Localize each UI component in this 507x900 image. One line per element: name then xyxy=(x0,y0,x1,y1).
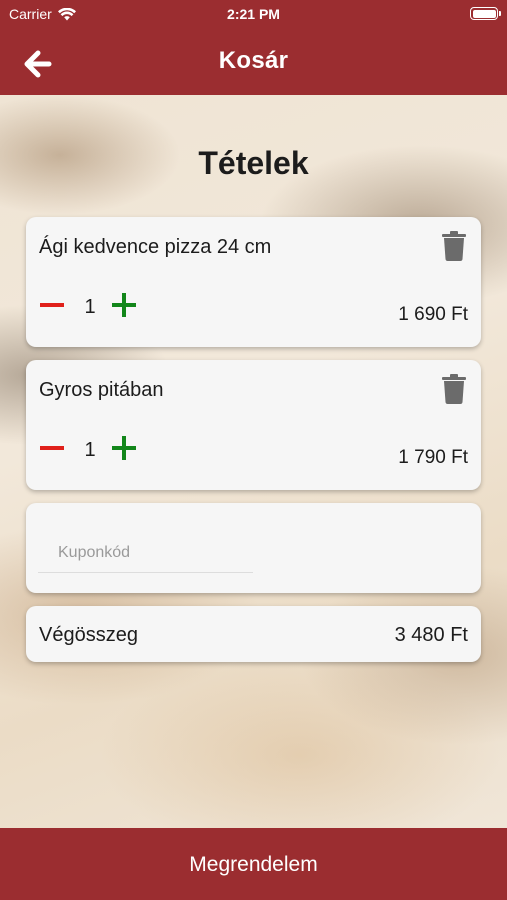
decrease-quantity-button[interactable] xyxy=(39,292,65,318)
app-header: Carrier 2:21 PM Kosár xyxy=(0,0,507,95)
status-time: 2:21 PM xyxy=(227,6,280,22)
item-price: 1 690 Ft xyxy=(398,304,468,325)
place-order-button[interactable]: Megrendelem xyxy=(0,828,507,900)
coupon-code-input[interactable] xyxy=(38,533,253,573)
status-bar: Carrier 2:21 PM xyxy=(0,0,507,28)
cart-item: Ági kedvence pizza 24 cm 1 1 690 Ft xyxy=(26,217,481,347)
item-name: Gyros pitában xyxy=(39,379,164,401)
increase-quantity-button[interactable] xyxy=(111,292,137,318)
decrease-quantity-button[interactable] xyxy=(39,435,65,461)
page-title: Kosár xyxy=(218,47,289,74)
item-price: 1 790 Ft xyxy=(398,447,468,468)
items-heading: Tételek xyxy=(198,145,309,181)
item-quantity: 1 xyxy=(84,439,96,461)
battery-icon xyxy=(470,7,501,20)
total-label: Végösszeg xyxy=(39,624,138,646)
total-value: 3 480 Ft xyxy=(394,624,468,646)
coupon-card xyxy=(26,503,481,593)
item-name: Ági kedvence pizza 24 cm xyxy=(39,236,272,258)
item-quantity: 1 xyxy=(84,296,96,318)
trash-icon[interactable] xyxy=(442,374,466,404)
increase-quantity-button[interactable] xyxy=(111,435,137,461)
total-card: Végösszeg 3 480 Ft xyxy=(26,606,481,662)
trash-icon[interactable] xyxy=(442,231,466,261)
cart-item: Gyros pitában 1 1 790 Ft xyxy=(26,360,481,490)
